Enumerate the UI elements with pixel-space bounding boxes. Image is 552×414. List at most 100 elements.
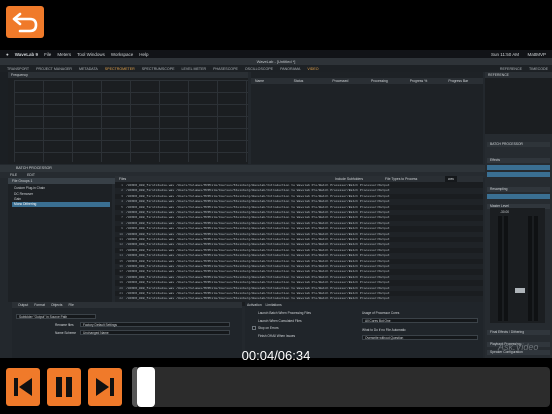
- effects-slot-1[interactable]: [487, 165, 550, 170]
- cores-select[interactable]: All Cores But One: [362, 318, 478, 323]
- timecode: 00:04/06:34: [241, 348, 311, 363]
- file-types-field[interactable]: wav: [445, 176, 458, 182]
- file-row-path: /UCOCO_008_firststudio.wav /Users/Volume…: [126, 274, 390, 279]
- file-row-path: /UCOCO_008_firststudio.wav /Users/Volume…: [126, 193, 390, 198]
- reference-header: REFERENCE: [485, 72, 552, 78]
- file-list-header: Files Include Subfolders File Types to P…: [115, 176, 483, 182]
- inspector-resampling[interactable]: Resampling: [487, 187, 550, 192]
- tab-file[interactable]: FILE: [10, 173, 17, 177]
- tool-tab-bar: TRANSPORT PROJECT MANAGER METADATA SPECT…: [0, 65, 552, 72]
- file-row-number: 22: [119, 296, 123, 301]
- tab-file-output[interactable]: File: [68, 303, 73, 307]
- menubar-clock: Sun 11:50 AM MattMVP: [491, 51, 546, 57]
- file-row-path: /UCOCO_008_firststudio.wav /Users/Volume…: [126, 215, 390, 220]
- name-scheme-select[interactable]: Unchanged Name: [80, 330, 230, 335]
- tab-metadata[interactable]: METADATA: [79, 67, 98, 71]
- graph-header: Frequency: [8, 72, 248, 78]
- graph-grid: [14, 80, 248, 162]
- file-row-path: /UCOCO_008_firststudio.wav /Users/Volume…: [126, 296, 390, 301]
- tab-activation[interactable]: Activation: [247, 303, 262, 307]
- file-row-path: /UCOCO_008_firststudio.wav /Users/Volume…: [126, 220, 390, 225]
- file-types-label: File Types to Process: [385, 177, 418, 181]
- tab-phasescope[interactable]: PHASESCOPE: [213, 67, 238, 71]
- stop-errors-label: Stop on Errors: [258, 326, 279, 330]
- effects-slot-2[interactable]: [487, 172, 550, 177]
- include-subfolders[interactable]: Include Subfolders: [335, 176, 363, 182]
- finish-issues-label: Finish Off All When Issues: [258, 334, 296, 338]
- file-row-path: /UCOCO_008_firststudio.wav /Users/Volume…: [126, 210, 390, 214]
- tab-limitations[interactable]: Limitations: [265, 303, 281, 307]
- fader-handle[interactable]: [515, 288, 525, 293]
- no-file-label: What to Do if no File Automatic: [362, 328, 406, 332]
- background-tasks-panel: [251, 72, 483, 164]
- tasks-table-header: Name Status Processed Processing Progres…: [251, 78, 483, 84]
- overwrite-select[interactable]: Overwrite without Question: [362, 335, 478, 340]
- tab-output[interactable]: Output: [18, 303, 28, 307]
- inspector-final-effects[interactable]: Final Effects / Dithering: [487, 330, 550, 335]
- back-arrow-icon: [12, 12, 38, 33]
- cores-label: Usage of Processor Cores: [362, 311, 400, 315]
- tab-oscilloscope[interactable]: OSCILLOSCOPE: [245, 67, 273, 71]
- menu-app[interactable]: WaveLab 9: [15, 52, 38, 57]
- menu-bar: ● WaveLab 9 File Meters Tool Windows Wor…: [0, 50, 552, 58]
- col-progress[interactable]: Progress %: [406, 79, 445, 83]
- tab-transport[interactable]: TRANSPORT: [7, 67, 29, 71]
- tab-reference[interactable]: REFERENCE: [500, 67, 522, 71]
- menu-workspace[interactable]: Workspace: [111, 52, 133, 57]
- file-row-path: /UCOCO_008_firststudio.wav /Users/Volume…: [126, 204, 390, 209]
- tab-panorama[interactable]: PANORAMA: [280, 67, 300, 71]
- col-name[interactable]: Name: [251, 79, 290, 83]
- output-folder-select[interactable]: Subfolder "Output" in Source Path: [16, 314, 96, 319]
- file-row-path: /UCOCO_008_firststudio.wav /Users/Volume…: [126, 269, 390, 274]
- menu-help[interactable]: Help: [139, 52, 148, 57]
- apple-icon[interactable]: ●: [6, 52, 9, 57]
- skip-back-button[interactable]: [6, 368, 40, 406]
- inspector-title: BATCH PROCESSOR: [487, 142, 550, 147]
- file-row-path: /UCOCO_008_firststudio.wav /Users/Volume…: [126, 183, 390, 187]
- tab-video[interactable]: VIDEO: [307, 67, 318, 71]
- tab-objects[interactable]: Objects: [51, 303, 63, 307]
- master-level-readout: -30.00: [500, 210, 510, 214]
- file-row-path: /UCOCO_008_firststudio.wav /Users/Volume…: [126, 280, 390, 285]
- tab-level-meter[interactable]: LEVEL METER: [181, 67, 206, 71]
- col-status[interactable]: Status: [290, 79, 329, 83]
- stop-errors-checkbox[interactable]: [252, 326, 256, 330]
- pause-button[interactable]: [47, 368, 81, 406]
- file-row-path: /UCOCO_008_firststudio.wav /Users/Volume…: [126, 231, 390, 236]
- tab-timecode[interactable]: TIMECODE: [529, 67, 548, 71]
- col-processing[interactable]: Processing: [367, 79, 406, 83]
- files-label: Files: [119, 177, 127, 181]
- inspector-effects[interactable]: Effects: [487, 158, 550, 163]
- file-row-path: /UCOCO_008_firststudio.wav /Users/Volume…: [126, 226, 390, 231]
- seek-handle[interactable]: [137, 367, 155, 407]
- col-progress-bar[interactable]: Progress Bar: [444, 79, 483, 83]
- seek-bar[interactable]: [132, 367, 550, 407]
- left-tool-strip[interactable]: [0, 72, 8, 164]
- plugin-mono-dithering[interactable]: Mono Dithering: [12, 202, 110, 207]
- skip-forward-icon: [96, 378, 114, 396]
- tab-format[interactable]: Format: [34, 303, 45, 307]
- tab-edit[interactable]: EDIT: [27, 173, 35, 177]
- skip-back-icon: [14, 378, 32, 396]
- file-row-path: /UCOCO_008_firststudio.wav /Users/Volume…: [126, 285, 390, 290]
- rename-select[interactable]: Factory Default Settings: [80, 322, 230, 327]
- file-row-path: /UCOCO_008_firststudio.wav /Users/Volume…: [126, 242, 390, 247]
- meter-left: [498, 216, 502, 321]
- col-processed[interactable]: Processed: [328, 79, 367, 83]
- launch-batch-label: Launch Batch When Processing Files: [258, 311, 311, 315]
- tab-spectrometer[interactable]: SPECTROMETER: [105, 67, 135, 71]
- skip-forward-button[interactable]: [88, 368, 122, 406]
- launch-cumulated-label: Launch When Cumulated Files: [258, 319, 302, 323]
- tab-spectrumscope[interactable]: SPECTRUMSCOPE: [142, 67, 175, 71]
- reference-panel: [485, 72, 552, 134]
- menu-file[interactable]: File: [44, 52, 51, 57]
- activation-tabs: Activation Limitations: [247, 303, 282, 307]
- back-button[interactable]: [6, 6, 44, 38]
- resampling-slot[interactable]: [487, 194, 550, 199]
- file-row[interactable]: 22/UCOCO_008_firststudio.wav /Users/Volu…: [115, 296, 483, 302]
- plugin-chain-label: Custom Plug-in Chain: [14, 186, 46, 190]
- menu-tool-windows[interactable]: Tool Windows: [77, 52, 105, 57]
- tab-project-manager[interactable]: PROJECT MANAGER: [36, 67, 72, 71]
- file-row-path: /UCOCO_008_firststudio.wav /Users/Volume…: [126, 264, 390, 268]
- menu-meters[interactable]: Meters: [57, 52, 71, 57]
